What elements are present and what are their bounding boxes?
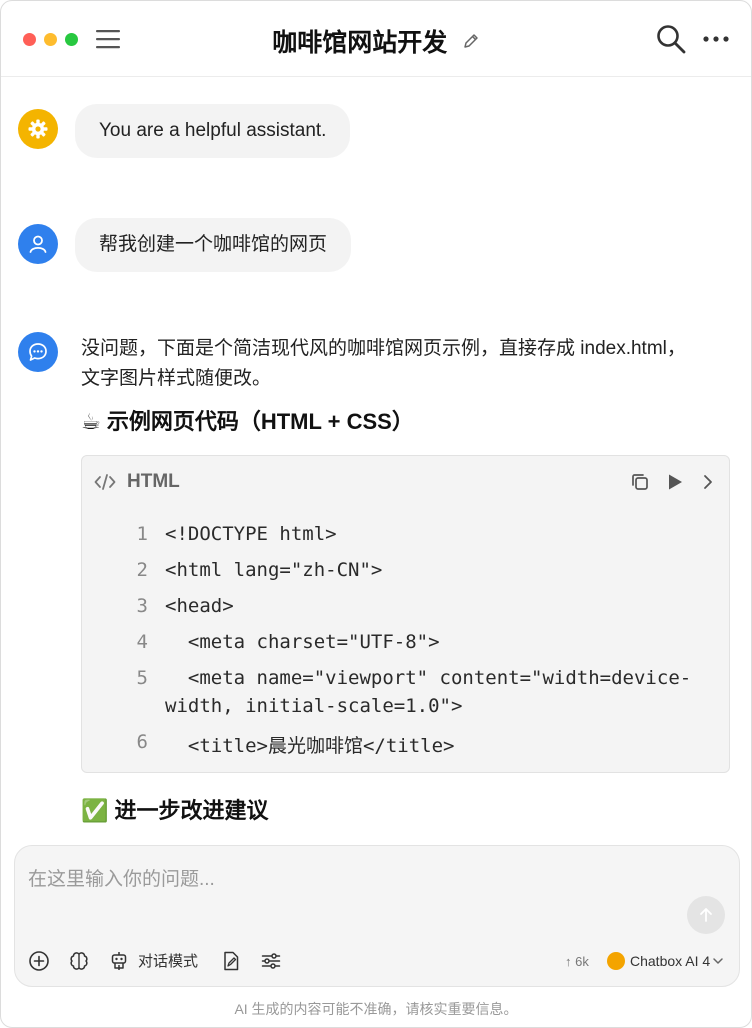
improvements-section-heading: ✅ 进一步改进建议 [81,798,269,823]
line-number: 2 [136,559,148,581]
run-play-icon[interactable] [665,472,685,492]
chat-mode-label[interactable]: 对话模式 [138,950,198,971]
assistant-message-text: 没问题，下面是个简洁现代风的咖啡馆网页示例，直接存成 index.html， 文… [81,334,721,394]
message-input-box[interactable]: 在这里输入你的问题... 对话模式 ↑ 6k Chatbox AI 4 [14,845,740,987]
assistant-intro-line-2: 文字图片样式随便改。 [81,368,272,389]
titlebar: 咖啡馆网站开发 [1,1,751,77]
code-language-label: HTML [127,471,180,492]
copy-icon[interactable] [630,472,650,492]
robot-icon[interactable] [108,950,130,972]
message-input[interactable]: 在这里输入你的问题... [28,864,215,891]
search-icon[interactable] [655,23,687,55]
user-message-bubble: 帮我创建一个咖啡馆的网页 [75,218,352,272]
more-options-icon[interactable] [701,27,731,51]
send-button[interactable] [687,896,725,934]
model-selector[interactable]: Chatbox AI 4 [630,953,710,969]
assistant-avatar [18,332,58,372]
chat-bubble-icon [29,343,47,361]
user-icon [29,235,47,253]
arrow-up-icon [700,908,712,922]
system-message-bubble: You are a helpful assistant. [75,104,351,158]
line-content: <head> [165,595,234,617]
system-avatar [18,109,58,149]
line-number: 3 [136,595,148,617]
line-content: <html lang="zh-CN"> [165,559,383,581]
settings-sliders-icon[interactable] [260,950,282,972]
line-content: <meta name="viewport" content="width=dev… [165,667,692,689]
chevron-down-icon[interactable] [712,956,724,966]
conversation-title: 咖啡馆网站开发 [272,29,448,57]
code-block-header: HTML [82,456,729,508]
line-content: <title>晨光咖啡馆</title> [165,735,455,757]
brain-icon[interactable] [68,950,90,972]
line-number: 4 [136,631,148,653]
edit-title-icon[interactable] [462,32,480,50]
code-icon [94,474,116,490]
line-number: 1 [136,523,148,545]
settings-gear-icon [28,119,48,139]
line-content: width, initial-scale=1.0"> [165,695,463,717]
add-attachment-icon[interactable] [28,950,50,972]
assistant-intro-line-1: 没问题，下面是个简洁现代风的咖啡馆网页示例，直接存成 index.html， [81,338,686,359]
line-content: <meta charset="UTF-8"> [165,631,440,653]
code-section-heading: ☕ 示例网页代码（HTML + CSS） [81,409,414,434]
line-number: 6 [136,731,148,753]
app-window: 咖啡馆网站开发 You are a helpful assistant. 帮我创… [0,0,752,1028]
title-area: 咖啡馆网站开发 [1,23,751,57]
user-avatar [18,224,58,264]
token-count: ↑ 6k [565,954,589,969]
document-edit-icon[interactable] [220,950,242,972]
code-block: HTML 1 <!DOCTYPE html> 2 <html lang="zh-… [81,455,730,773]
line-number: 5 [136,667,148,689]
line-content: <!DOCTYPE html> [165,523,337,545]
model-logo-icon [607,952,625,970]
chevron-right-icon[interactable] [699,472,717,492]
disclaimer-text: AI 生成的内容可能不准确，请核实重要信息。 [234,1001,518,1017]
